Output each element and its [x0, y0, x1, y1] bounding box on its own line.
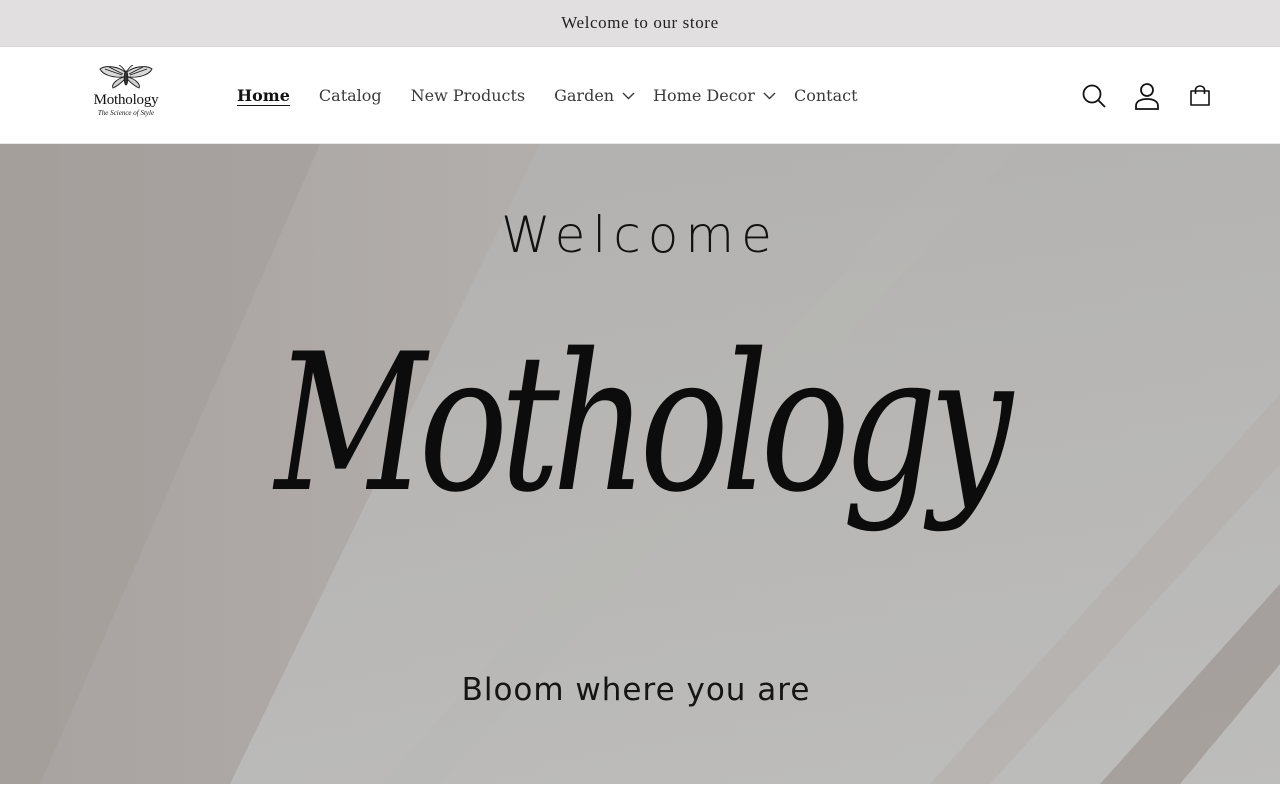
search-icon [1082, 84, 1106, 108]
logo[interactable]: Mothology The Science of Style [84, 65, 168, 127]
hero-brand-script: Mothology [274, 313, 1013, 534]
nav-label: Garden [554, 86, 615, 105]
nav-home[interactable]: Home [237, 86, 290, 105]
account-button[interactable] [1133, 82, 1161, 110]
announcement-text: Welcome to our store [561, 13, 719, 32]
page-bottom-strip [0, 784, 1280, 800]
nav-new-products[interactable]: New Products [411, 86, 525, 105]
account-icon [1135, 82, 1159, 110]
nav-label: Home Decor [653, 86, 755, 105]
nav-label: Catalog [318, 86, 382, 105]
nav-label: Home [237, 86, 290, 105]
announcement-bar: Welcome to our store [0, 0, 1280, 46]
hero-banner: Welcome Mothology Bloom where you are [0, 144, 1280, 784]
moth-icon [99, 65, 153, 89]
nav-garden[interactable]: Garden [554, 86, 635, 105]
cart-button[interactable] [1186, 82, 1214, 110]
header-icons [1055, 47, 1214, 144]
hero-welcome: Welcome [501, 206, 779, 264]
search-button[interactable] [1080, 82, 1108, 110]
nav-label: New Products [410, 86, 526, 105]
chevron-down-icon [622, 92, 635, 99]
cart-icon [1190, 84, 1210, 106]
hero-tagline: Bloom where you are [461, 672, 811, 708]
nav-label: Contact [793, 86, 858, 105]
site-header: Mothology The Science of Style Home Cata… [0, 46, 1280, 144]
chevron-down-icon [763, 92, 776, 99]
nav-contact[interactable]: Contact [794, 86, 858, 105]
main-nav: Home Catalog New Products Garden Home De… [237, 47, 887, 144]
nav-catalog[interactable]: Catalog [319, 86, 382, 105]
logo-tagline: The Science of Style [97, 109, 155, 117]
logo-name: Mothology [93, 92, 159, 108]
nav-home-decor[interactable]: Home Decor [653, 86, 776, 105]
